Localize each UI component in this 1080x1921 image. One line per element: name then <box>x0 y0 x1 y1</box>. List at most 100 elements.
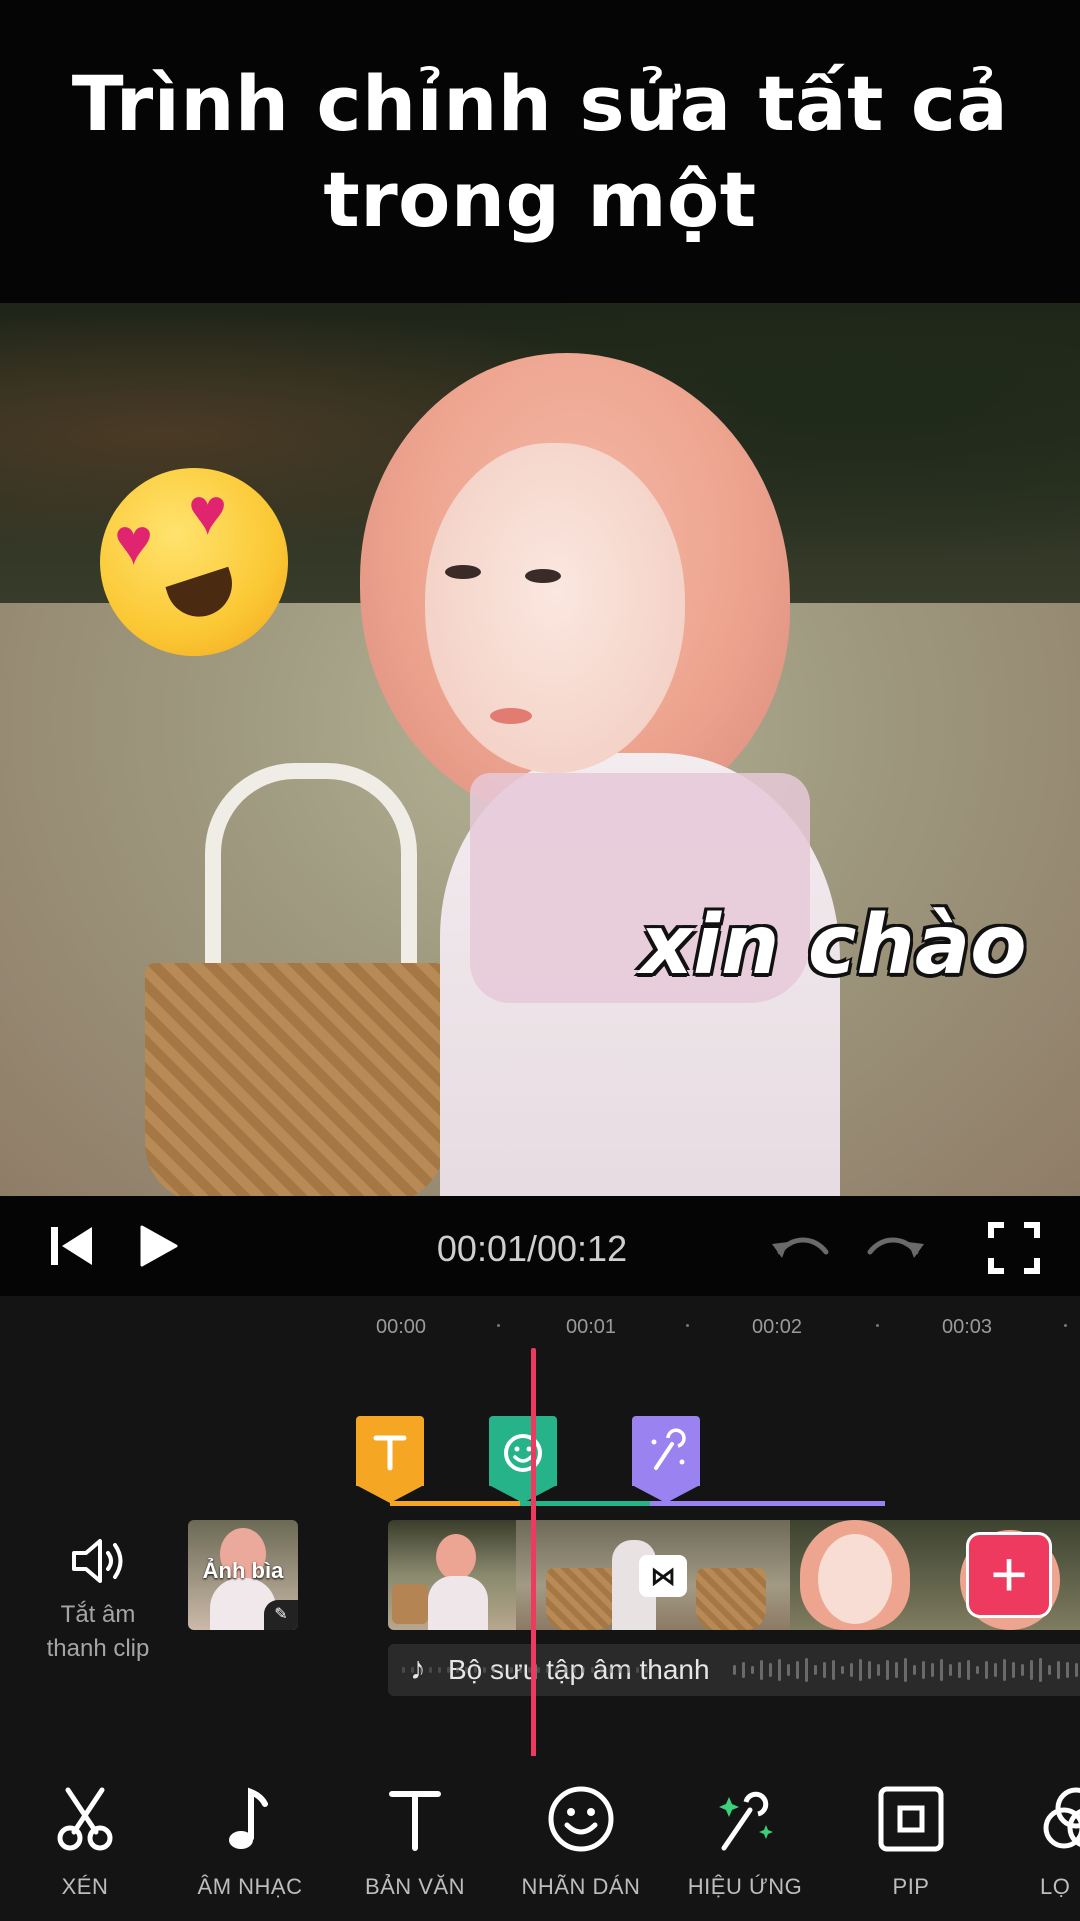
waveform-bar <box>778 1659 781 1681</box>
waveform-bar <box>742 1662 745 1678</box>
ruler-tick-label: 00:03 <box>942 1316 993 1338</box>
waveform-bar <box>976 1666 979 1674</box>
waveform-bar <box>420 1667 423 1673</box>
waveform-bar <box>922 1661 925 1679</box>
waveform-bar <box>510 1667 513 1673</box>
scissors-icon <box>57 1787 113 1851</box>
waveform-bar <box>958 1662 961 1678</box>
banner-title-line2: trong một <box>323 154 757 244</box>
text-layer-marker[interactable] <box>356 1416 424 1503</box>
fullscreen-icon[interactable] <box>988 1222 1040 1279</box>
waveform-bar <box>483 1667 486 1673</box>
waveform-bar <box>877 1664 880 1676</box>
tool-label: PIP <box>892 1874 930 1899</box>
magic-wand-icon <box>719 1791 773 1851</box>
pip-icon <box>878 1786 944 1852</box>
text-icon <box>373 1435 407 1471</box>
audio-track-label: Bộ sưu tập âm thanh <box>448 1654 710 1685</box>
waveform-bar <box>787 1664 790 1676</box>
waveform-bar <box>501 1667 504 1673</box>
pencil-icon[interactable]: ✎ <box>264 1600 298 1630</box>
tool-music[interactable]: ÂM NHẠC <box>175 1784 325 1900</box>
clip-basket <box>696 1568 766 1630</box>
tool-effect[interactable]: HIỆU ỨNG <box>670 1784 820 1900</box>
waveform-bar <box>1003 1659 1006 1681</box>
timeline[interactable]: 00:00 00:01 00:02 00:03 Tắt âm thanh cli… <box>0 1296 1080 1756</box>
tool-text[interactable]: BẢN VĂN <box>340 1784 490 1900</box>
sticker-layer-span <box>520 1501 650 1506</box>
waveform-bar <box>967 1660 970 1680</box>
waveform-bar <box>940 1659 943 1681</box>
clip-subject <box>436 1534 476 1580</box>
ruler-dot <box>686 1324 689 1327</box>
caption-text-overlay[interactable]: xin chào <box>640 898 1027 993</box>
waveform-bar <box>886 1660 889 1680</box>
tool-cut[interactable]: XÉN <box>10 1784 160 1900</box>
waveform-bar <box>1021 1664 1024 1676</box>
clip-basket <box>392 1584 428 1624</box>
waveform-bar <box>618 1667 621 1673</box>
tool-label: HIỆU ỨNG <box>687 1874 803 1899</box>
heart-eyes-sticker[interactable]: ♥ ♥ <box>100 468 288 656</box>
bottom-toolbar: XÉN ÂM NHẠC BẢN VĂN NHÃN DÁN HIỆU ỨNG PI… <box>0 1756 1080 1921</box>
waveform-bar <box>519 1667 522 1673</box>
magic-wand-icon <box>651 1428 686 1470</box>
ruler-dot <box>497 1324 500 1327</box>
subject-lips <box>490 708 532 724</box>
tool-sticker[interactable]: NHÃN DÁN <box>506 1784 656 1900</box>
transition-button[interactable]: ⋈ <box>639 1555 687 1597</box>
waveform-bar <box>582 1667 585 1673</box>
mute-label-line1: Tắt âm <box>60 1601 136 1628</box>
waveform-bar <box>913 1665 916 1675</box>
waveform-bar <box>805 1658 808 1682</box>
mute-clip-audio-button[interactable]: Tắt âm thanh clip <box>38 1531 158 1664</box>
video-clip[interactable] <box>388 1520 516 1630</box>
waveform-bar <box>1048 1665 1051 1675</box>
waveform-bar <box>546 1667 549 1673</box>
waveform-bar <box>600 1667 603 1673</box>
cover-thumbnail[interactable]: Ảnh bìa ✎ <box>188 1520 298 1630</box>
waveform-bar <box>492 1667 495 1673</box>
tool-label: NHÃN DÁN <box>521 1874 641 1899</box>
effect-layer-span <box>650 1501 885 1506</box>
waveform-bar <box>411 1667 414 1673</box>
clip-subject-body <box>428 1576 488 1630</box>
tool-pip[interactable]: PIP <box>836 1784 986 1900</box>
playhead[interactable] <box>531 1348 536 1776</box>
waveform-bar <box>456 1667 459 1673</box>
text-layer-span <box>390 1501 530 1506</box>
music-note-icon <box>229 1787 268 1849</box>
waveform-bar <box>850 1663 853 1677</box>
waveform-bar <box>814 1665 817 1675</box>
tool-filter[interactable]: LỌ <box>1002 1784 1080 1900</box>
basket <box>145 963 445 1196</box>
waveform-bar <box>859 1659 862 1681</box>
video-preview[interactable]: ♥ ♥ xin chào <box>0 303 1080 1196</box>
clip-subject-face <box>818 1534 892 1624</box>
cover-label: Ảnh bìa <box>202 1558 284 1583</box>
waveform-bar <box>1039 1658 1042 1682</box>
playback-bar: 00:01/00:12 <box>0 1196 1080 1296</box>
audio-track[interactable]: ♪ Bộ sưu tập âm thanh <box>388 1644 1080 1696</box>
waveform-bar <box>591 1667 594 1673</box>
ruler-tick-label: 00:00 <box>376 1316 427 1338</box>
tool-label: LỌ <box>1040 1874 1071 1899</box>
clip-basket <box>546 1568 616 1630</box>
waveform-bar <box>949 1664 952 1676</box>
waveform-bar <box>402 1667 405 1673</box>
waveform-bar <box>627 1667 630 1673</box>
waveform-bar <box>931 1663 934 1677</box>
waveform-bar <box>904 1658 907 1682</box>
waveform-bar <box>733 1665 736 1675</box>
redo-icon[interactable] <box>864 1230 926 1271</box>
subject-face <box>425 443 685 773</box>
add-clip-button[interactable]: + <box>966 1532 1052 1618</box>
sticker-layer-marker[interactable] <box>489 1416 557 1503</box>
filter-icon <box>1043 1787 1080 1849</box>
waveform-bar <box>429 1667 432 1673</box>
ruler-dot <box>876 1324 879 1327</box>
waveform-bar <box>841 1666 844 1674</box>
undo-icon[interactable] <box>770 1230 832 1271</box>
waveform-bar <box>564 1667 567 1673</box>
effect-layer-marker[interactable] <box>632 1416 700 1503</box>
